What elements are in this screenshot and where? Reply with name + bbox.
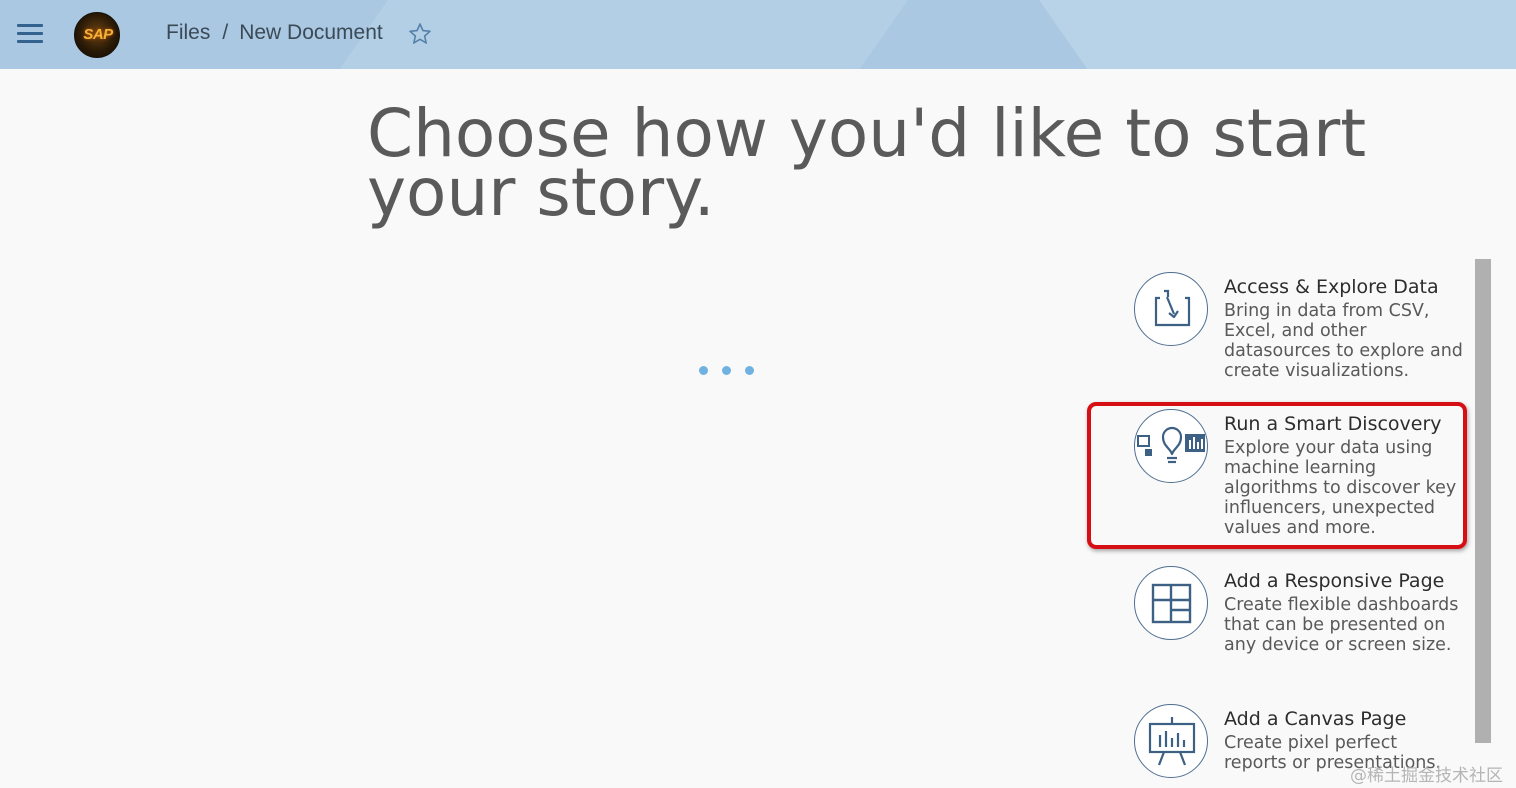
option-description: Create flexible dashboards that can be p… (1224, 595, 1459, 655)
vertical-scrollbar[interactable] (1475, 259, 1491, 743)
breadcrumb-current: New Document (239, 21, 383, 44)
option-title: Add a Responsive Page (1224, 570, 1445, 592)
loader-dot (745, 366, 754, 375)
header-decoration (303, 0, 937, 69)
import-data-icon (1134, 272, 1208, 346)
loader-dot (722, 366, 731, 375)
option-title: Add a Canvas Page (1224, 708, 1407, 730)
star-outline-icon[interactable] (408, 22, 432, 46)
breadcrumb-separator: / (222, 21, 229, 44)
responsive-layout-icon (1134, 566, 1208, 640)
hamburger-menu-icon[interactable] (14, 20, 46, 48)
breadcrumb-files-link[interactable]: Files (166, 21, 210, 45)
breadcrumb: Files / New Document (166, 21, 383, 45)
option-description: Bring in data from CSV, Excel, and other… (1224, 301, 1463, 381)
header-decoration (996, 0, 1516, 69)
sap-logo[interactable]: SAP (74, 12, 120, 58)
highlight-annotation (1087, 402, 1467, 549)
option-title: Access & Explore Data (1224, 276, 1439, 298)
loader-dot (699, 366, 708, 375)
watermark: @稀土掘金技术社区 (1350, 766, 1503, 786)
logo-text: SAP (83, 26, 113, 43)
shell-header: SAP Files / New Document (0, 0, 1516, 69)
page-title: Choose how you'd like to start your stor… (367, 95, 1367, 231)
loading-indicator (699, 366, 768, 375)
presentation-easel-icon (1134, 704, 1208, 778)
